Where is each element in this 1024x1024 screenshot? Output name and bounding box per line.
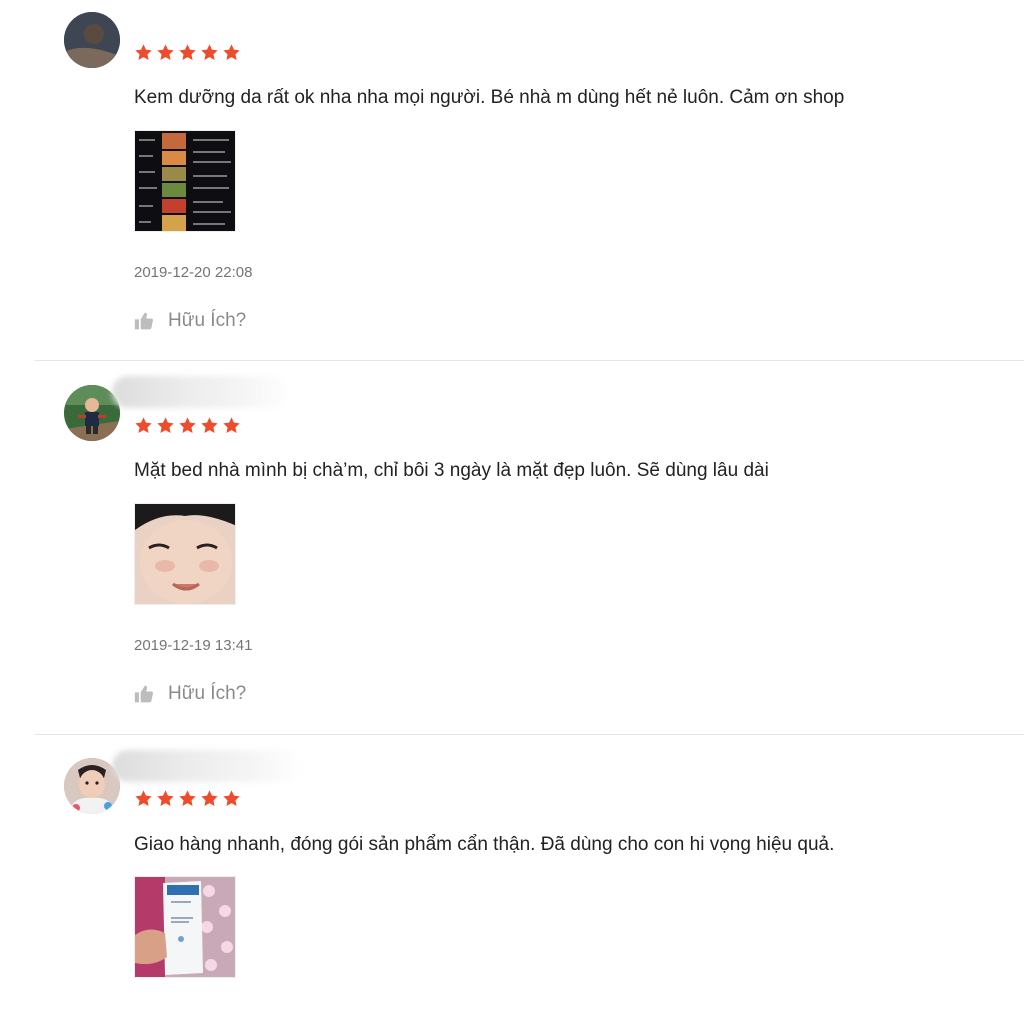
review-photo-image bbox=[135, 504, 235, 604]
thumbs-up-icon bbox=[134, 312, 153, 330]
review-photo-image bbox=[135, 131, 235, 231]
rating-stars bbox=[134, 43, 241, 63]
helpful-button[interactable]: Hữu Ích? bbox=[134, 310, 246, 332]
star-icon bbox=[201, 44, 218, 60]
star-icon bbox=[157, 44, 174, 60]
star-icon bbox=[201, 417, 218, 433]
star-icon bbox=[135, 44, 152, 60]
review-photo[interactable] bbox=[134, 876, 236, 978]
review-divider bbox=[35, 734, 1024, 735]
helpful-button[interactable]: Hữu Ích? bbox=[134, 683, 246, 705]
star-icon bbox=[201, 790, 218, 806]
helpful-label: Hữu Ích? bbox=[168, 310, 247, 331]
review-divider bbox=[35, 360, 1024, 361]
star-icon bbox=[179, 44, 196, 60]
star-icon bbox=[179, 417, 196, 433]
avatar-photo bbox=[64, 12, 120, 68]
star-icon bbox=[179, 790, 196, 806]
thumbs-up-icon bbox=[134, 685, 153, 703]
helpful-label: Hữu Ích? bbox=[168, 683, 247, 704]
review-date: 2019-12-20 22:08 bbox=[134, 264, 253, 281]
star-icon bbox=[223, 44, 240, 60]
star-icon bbox=[135, 417, 152, 433]
review-photo[interactable] bbox=[134, 503, 236, 605]
star-icon bbox=[223, 790, 240, 806]
review-comment: Kem dưỡng da rất ok nha nha mọi người. B… bbox=[134, 87, 845, 108]
reviewer-username-blurred bbox=[112, 376, 292, 408]
star-icon bbox=[135, 790, 152, 806]
rating-stars bbox=[134, 789, 241, 809]
review-photo[interactable] bbox=[134, 130, 236, 232]
review-photo-image bbox=[135, 877, 235, 977]
star-icon bbox=[157, 790, 174, 806]
reviewer-username-blurred bbox=[112, 750, 302, 782]
review-date: 2019-12-19 13:41 bbox=[134, 637, 253, 654]
review-comment: Giao hàng nhanh, đóng gói sản phẩm cẩn t… bbox=[134, 834, 835, 855]
rating-stars bbox=[134, 416, 241, 436]
star-icon bbox=[157, 417, 174, 433]
star-icon bbox=[223, 417, 240, 433]
reviewer-avatar[interactable] bbox=[64, 12, 120, 68]
review-comment: Mặt bed nhà mình bị chà’m, chỉ bôi 3 ngà… bbox=[134, 460, 769, 481]
